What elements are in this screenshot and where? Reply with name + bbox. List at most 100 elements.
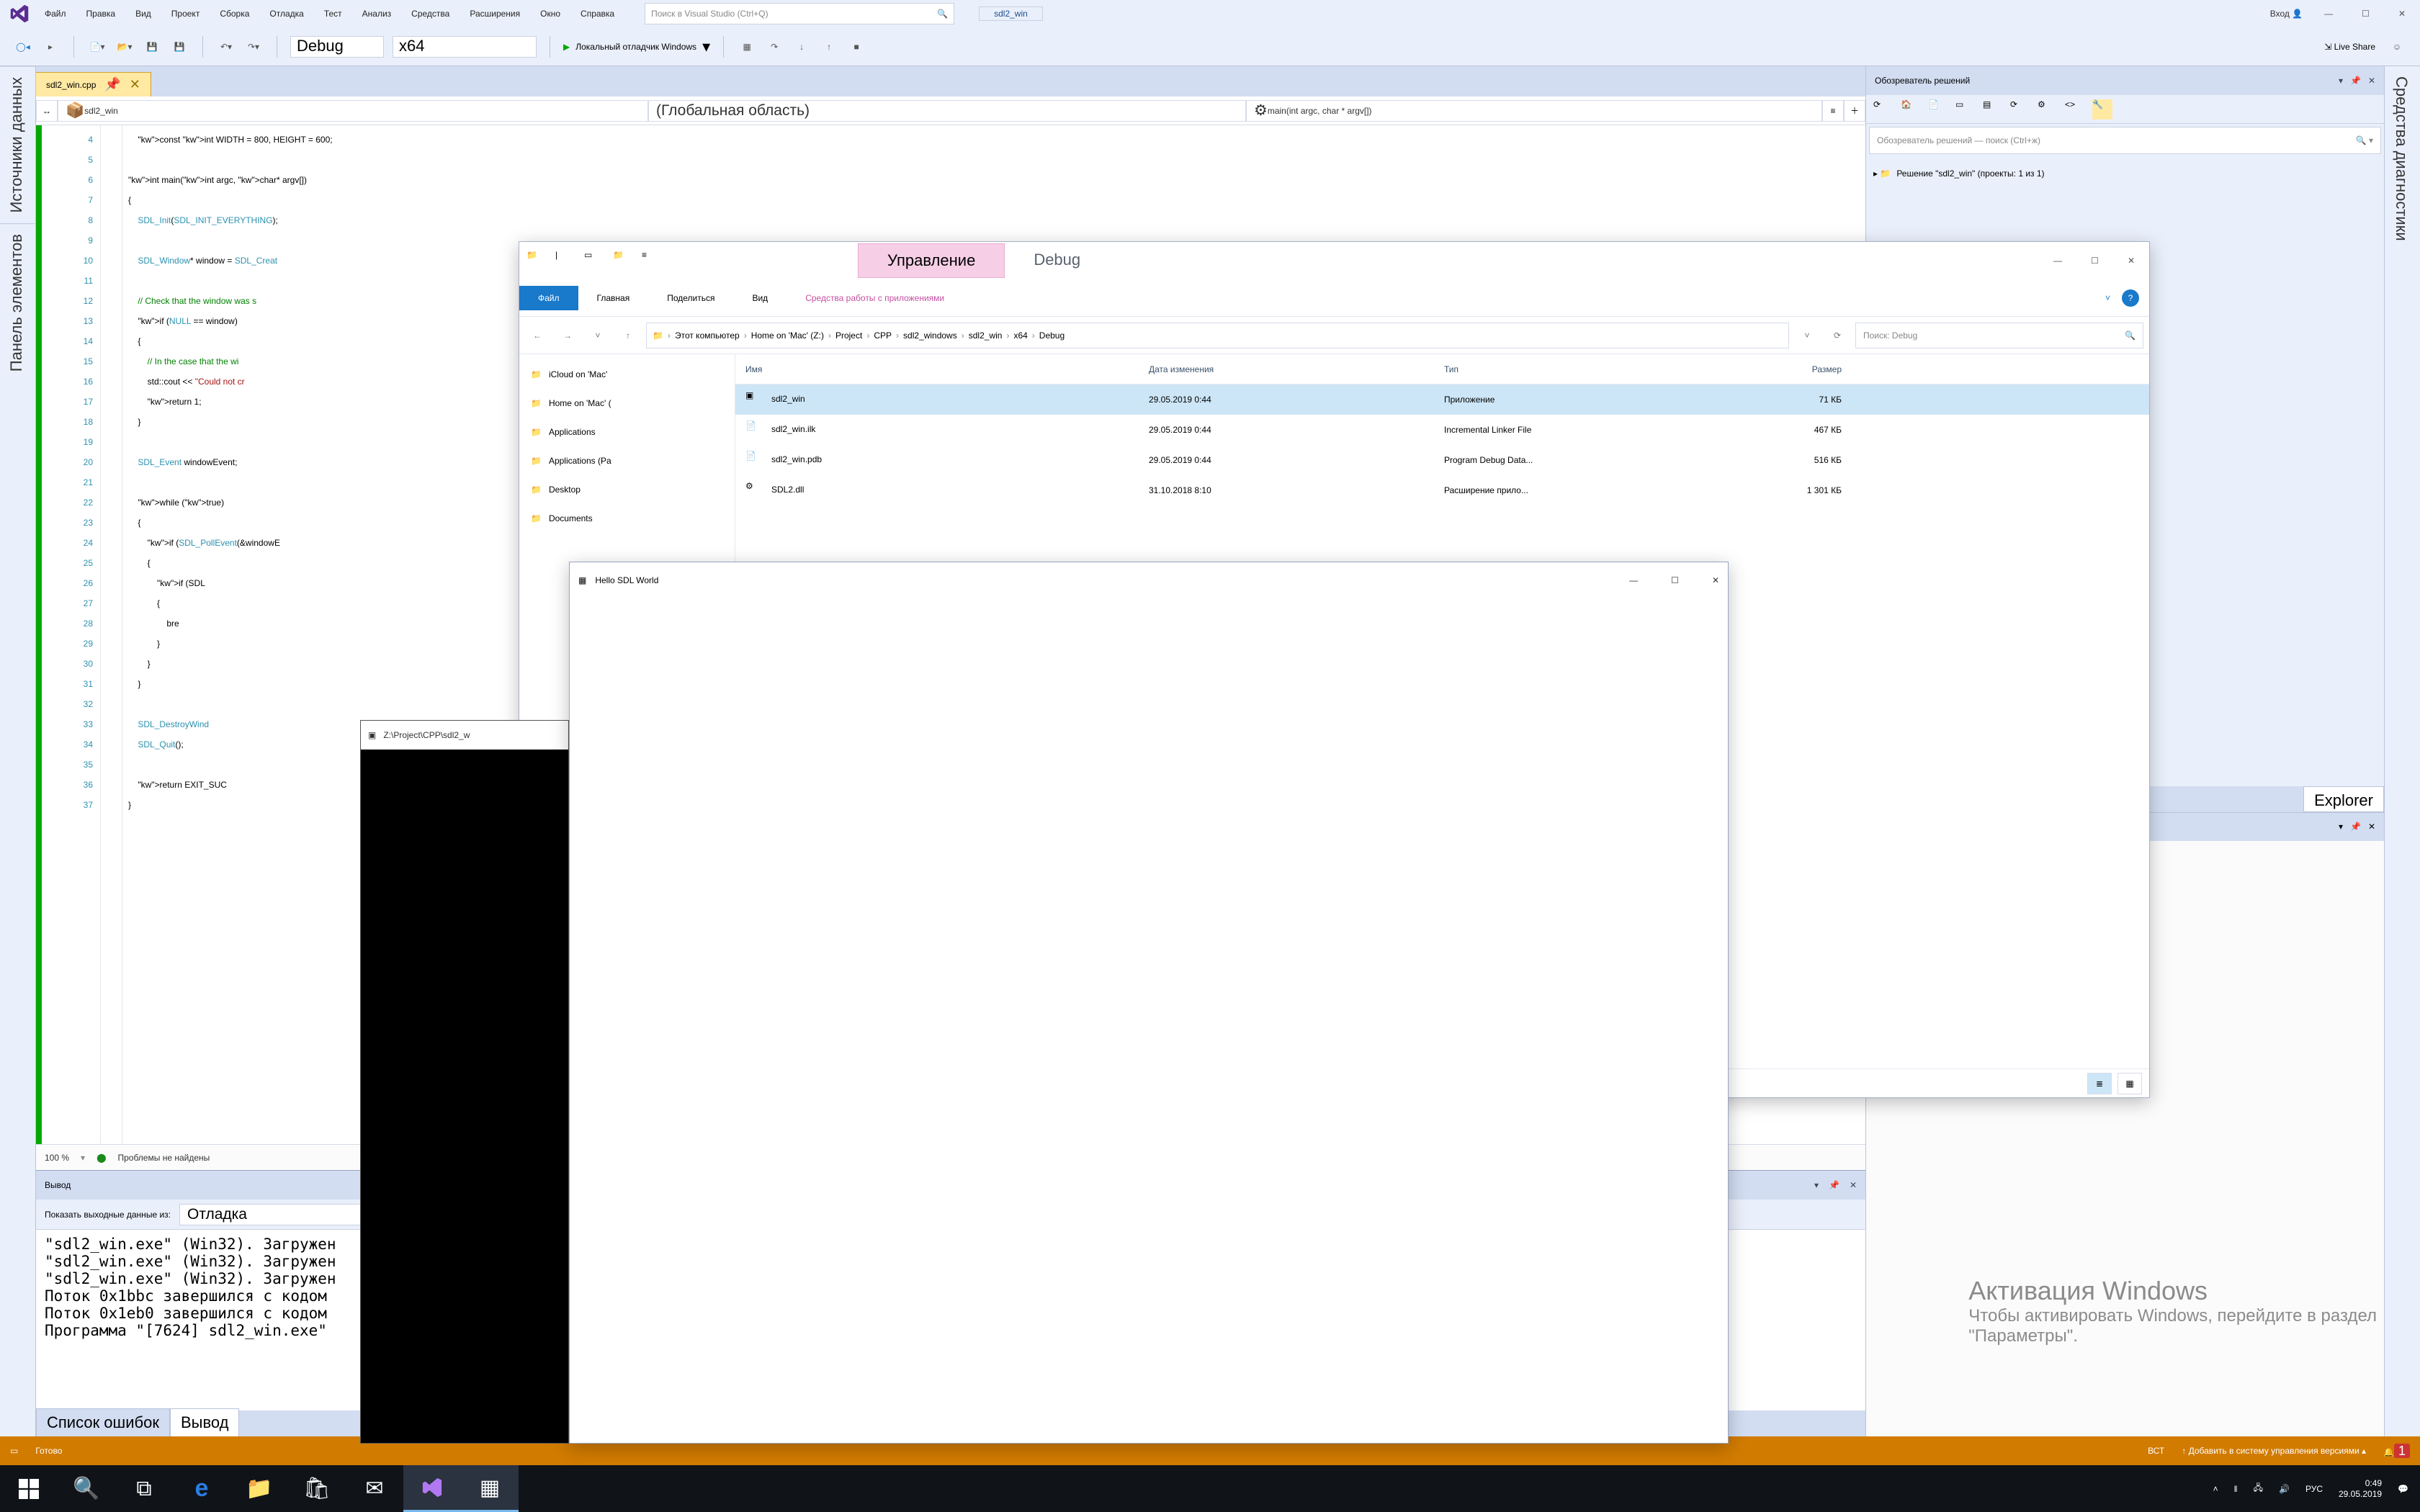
col-size[interactable]: Размер <box>1722 364 1852 374</box>
breadcrumb-segment[interactable]: › sdl2_win <box>962 330 1003 341</box>
sx-wrench-icon[interactable]: 🔧 <box>2092 99 2112 120</box>
toolbox-tab[interactable]: Панель элементов <box>0 223 35 382</box>
add-icon[interactable]: ＋ <box>1844 100 1865 122</box>
sx-tree[interactable]: ▸ 📁 Решение "sdl2_win" (проекты: 1 из 1) <box>1866 157 2384 190</box>
sx-pin-icon[interactable]: 📌 <box>2350 76 2361 86</box>
tray-lang[interactable]: РУС <box>2305 1484 2323 1494</box>
file-row[interactable]: 📄sdl2_win.pdb29.05.2019 0:44Program Debu… <box>735 445 2149 475</box>
sx-dropdown-icon[interactable]: ▾ <box>2339 76 2343 86</box>
window-close-icon[interactable]: ✕ <box>2398 9 2406 19</box>
sx-showall-icon[interactable]: ▤ <box>1983 99 2003 120</box>
qat-folder-icon[interactable]: 📁 <box>613 250 635 271</box>
file-row[interactable]: ⚙SDL2.dll31.10.2018 8:10Расширение прило… <box>735 475 2149 505</box>
menu-help[interactable]: Справка <box>581 9 614 19</box>
nav-back-icon[interactable]: ◯◂ <box>13 37 33 57</box>
doc-tab-sdl2win[interactable]: sdl2_win.cpp 📌 ✕ <box>36 72 151 96</box>
scope-function[interactable]: ⚙ main(int argc, char * argv[]) <box>1246 100 1822 122</box>
props-close-icon[interactable]: ✕ <box>2368 822 2375 832</box>
breadcrumb-segment[interactable]: › Home on 'Mac' (Z:) <box>744 330 824 341</box>
sdl-app-window[interactable]: ▦ Hello SDL World — ☐ ✕ <box>569 562 1729 1444</box>
console-window[interactable]: ▣ Z:\Project\CPP\sdl2_w <box>360 720 569 1444</box>
qat-props-icon[interactable]: ▭ <box>584 250 606 271</box>
breadcrumb-segment[interactable]: › Debug <box>1032 330 1065 341</box>
toolbar-misc-icon[interactable]: ▦ <box>737 37 757 57</box>
sx-bottom-tab[interactable]: Explorer <box>2303 786 2384 812</box>
sx-search[interactable]: Обозреватель решений — поиск (Ctrl+ж) 🔍 … <box>1869 127 2381 154</box>
console-titlebar[interactable]: ▣ Z:\Project\CPP\sdl2_w <box>361 721 568 750</box>
col-type[interactable]: Тип <box>1434 364 1722 374</box>
nav-pane-item[interactable]: 📁Applications (Pa <box>524 446 730 475</box>
column-headers[interactable]: Имя Дата изменения Тип Размер <box>735 354 2149 384</box>
error-list-tab[interactable]: Список ошибок <box>36 1408 170 1436</box>
solution-root-node[interactable]: ▸ 📁 Решение "sdl2_win" (проекты: 1 из 1) <box>1873 161 2377 186</box>
breadcrumb-segment[interactable]: › CPP <box>866 330 892 341</box>
scope-namespace[interactable]: (Глобальная область) <box>648 100 1246 122</box>
config-combo[interactable]: Debug <box>290 36 384 58</box>
ribbon-share-tab[interactable]: Поделиться <box>648 286 733 310</box>
nav-pane-item[interactable]: 📁iCloud on 'Mac' <box>524 360 730 389</box>
props-dropdown-icon[interactable]: ▾ <box>2339 822 2343 832</box>
ribbon-apptools-tab[interactable]: Средства работы с приложениями <box>786 286 963 310</box>
save-icon[interactable]: 💾 <box>142 37 162 57</box>
taskview-icon[interactable]: ⧉ <box>115 1465 173 1512</box>
nav-fwd-icon[interactable]: ▸ <box>40 37 60 57</box>
nav-pane-item[interactable]: 📁Applications <box>524 418 730 446</box>
mail-icon[interactable]: ✉ <box>346 1465 403 1512</box>
store-icon[interactable]: 🛍 <box>288 1465 346 1512</box>
explorer-minimize-icon[interactable]: — <box>2053 256 2062 266</box>
start-debugging-button[interactable]: ▶ Локальный отладчик Windows ▾ <box>563 37 710 56</box>
edge-icon[interactable]: e <box>173 1465 230 1512</box>
tray-parallels-icon[interactable]: ‖ <box>2234 1484 2238 1494</box>
vs-taskbar-icon[interactable] <box>403 1465 461 1512</box>
zoom-level[interactable]: 100 % <box>45 1153 69 1163</box>
addr-dropdown-icon[interactable]: ˅ <box>1795 323 1819 348</box>
window-maximize-icon[interactable]: ☐ <box>2362 9 2370 19</box>
platform-combo[interactable]: x64 <box>393 36 537 58</box>
menu-file[interactable]: Файл <box>45 9 66 19</box>
breadcrumb-segment[interactable]: › sdl2_windows <box>896 330 957 341</box>
explorer-close-icon[interactable]: ✕ <box>2128 256 2135 266</box>
window-minimize-icon[interactable]: — <box>2324 9 2333 19</box>
nav-pane-item[interactable]: 📁Home on 'Mac' ( <box>524 389 730 418</box>
step-out-icon[interactable]: ↑ <box>819 37 839 57</box>
sdl-minimize-icon[interactable]: — <box>1629 575 1638 585</box>
output-pin-icon[interactable]: 📌 <box>1829 1180 1839 1190</box>
menu-project[interactable]: Проект <box>171 9 200 19</box>
step-over-icon[interactable]: ↷ <box>764 37 784 57</box>
menu-test[interactable]: Тест <box>324 9 342 19</box>
output-close-icon[interactable]: ✕ <box>1850 1180 1857 1190</box>
breadcrumb-bar[interactable]: 📁 › Этот компьютер› Home on 'Mac' (Z:)› … <box>646 323 1789 348</box>
menu-edit[interactable]: Правка <box>86 9 116 19</box>
props-pin-icon[interactable]: 📌 <box>2350 822 2361 832</box>
quick-launch-search[interactable]: Поиск в Visual Studio (Ctrl+Q) 🔍 <box>645 3 954 24</box>
diagnostics-tab[interactable]: Средства диагностики <box>2385 66 2418 251</box>
tray-volume-icon[interactable]: 🔊 <box>2279 1484 2290 1494</box>
sx-home-icon[interactable]: ⟳ <box>1873 99 1894 120</box>
windows-taskbar[interactable]: 🔍 ⧉ e 📁 🛍 ✉ ▦ ˄ ‖ 🖧 🔊 РУС 0:49 29.05.201… <box>0 1465 2420 1512</box>
nav-history-icon[interactable]: ˅ <box>586 323 610 348</box>
output-dropdown-icon[interactable]: ▾ <box>1814 1180 1819 1190</box>
step-into-icon[interactable]: ↓ <box>792 37 812 57</box>
vcs-add-link[interactable]: ↑ Добавить в систему управления версиями… <box>2182 1446 2366 1456</box>
sx-home-icon[interactable]: 🏠 <box>1901 99 1921 120</box>
notifications-icon[interactable]: 🔔1 <box>2383 1444 2410 1459</box>
sx-props-icon[interactable]: ⚙ <box>2038 99 2058 120</box>
sx-view-icon[interactable]: <> <box>2065 99 2085 120</box>
sx-sync-icon[interactable]: 📄 <box>1928 99 1948 120</box>
sdl-maximize-icon[interactable]: ☐ <box>1671 575 1679 585</box>
signin-link[interactable]: Вход 👤 <box>2270 9 2303 19</box>
explorer-titlebar[interactable]: 📁 | ▭ 📁 ≡ Управление Debug — ☐ ✕ <box>519 242 2149 279</box>
menu-analyze[interactable]: Анализ <box>362 9 392 19</box>
addr-refresh-icon[interactable]: ⟳ <box>1825 323 1850 348</box>
sdl-taskbar-icon[interactable]: ▦ <box>461 1465 519 1512</box>
ribbon-file-tab[interactable]: Файл <box>519 286 578 310</box>
sx-close-icon[interactable]: ✕ <box>2368 76 2375 86</box>
close-tab-icon[interactable]: ✕ <box>130 77 140 92</box>
data-sources-tab[interactable]: Источники данных <box>0 66 35 223</box>
nav-forward-icon[interactable]: → <box>555 323 580 348</box>
menu-view[interactable]: Вид <box>135 9 151 19</box>
tray-network-icon[interactable]: 🖧 <box>2254 1481 2263 1496</box>
feedback-icon[interactable]: ☺ <box>2387 37 2407 57</box>
output-tab[interactable]: Вывод <box>170 1408 240 1436</box>
live-share-button[interactable]: ⇲ Live Share <box>2324 42 2375 52</box>
